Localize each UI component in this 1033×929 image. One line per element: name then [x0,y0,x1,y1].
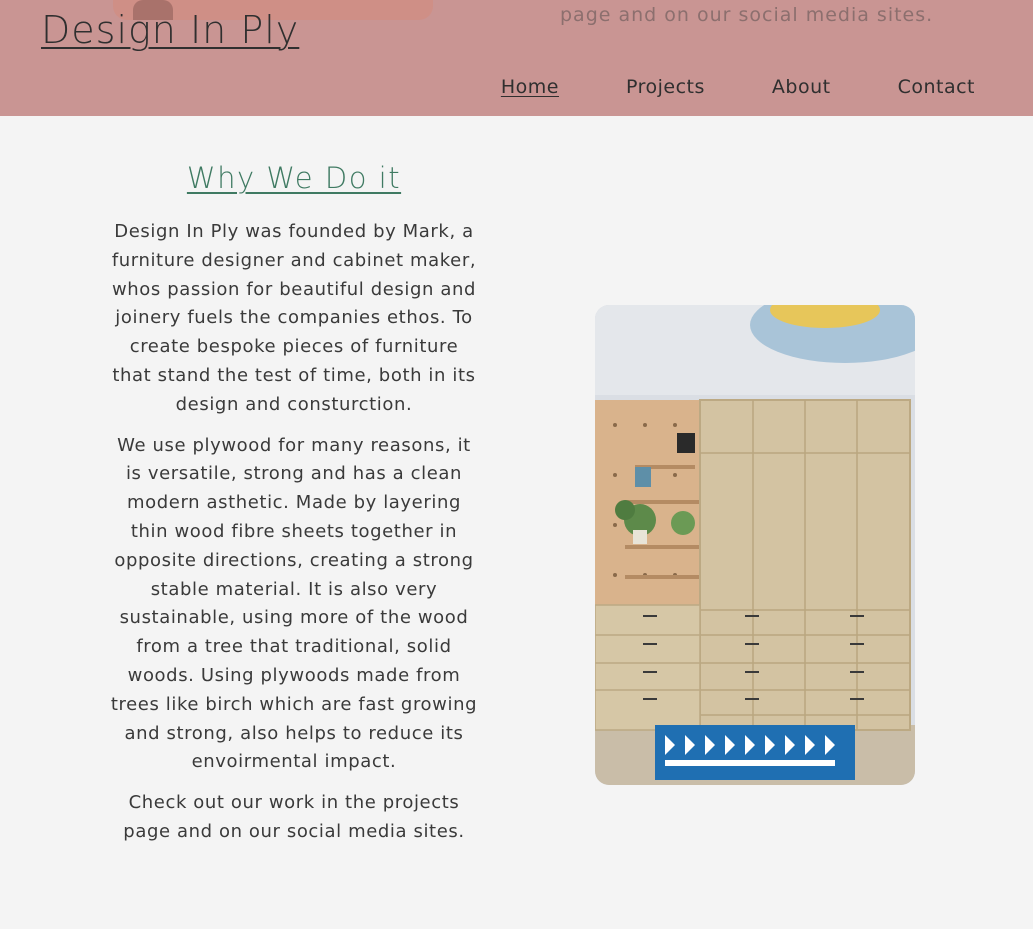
paragraph-plywood: We use plywood for many reasons, it is v… [110,434,478,773]
header-overflow-text: page and on our social media sites. [560,4,934,26]
section-title: Why We Do it [186,161,402,195]
nav-projects[interactable]: Projects [626,76,705,98]
paragraph-cta: Check out our work in the projects page … [123,792,465,842]
nav-about[interactable]: About [772,76,831,98]
about-text-column: Why We Do it Design In Ply was founded b… [110,158,478,859]
nav-home[interactable]: Home [501,76,559,98]
site-logo[interactable]: Design In Ply [41,8,299,52]
paragraph-founder: Design In Ply was founded by Mark, a fur… [111,221,477,415]
nav-contact[interactable]: Contact [898,76,975,98]
main-nav: Home Projects About Contact [501,76,975,98]
site-header: page and on our social media sites. Desi… [0,0,1033,116]
wardrobe-photo [595,305,915,785]
